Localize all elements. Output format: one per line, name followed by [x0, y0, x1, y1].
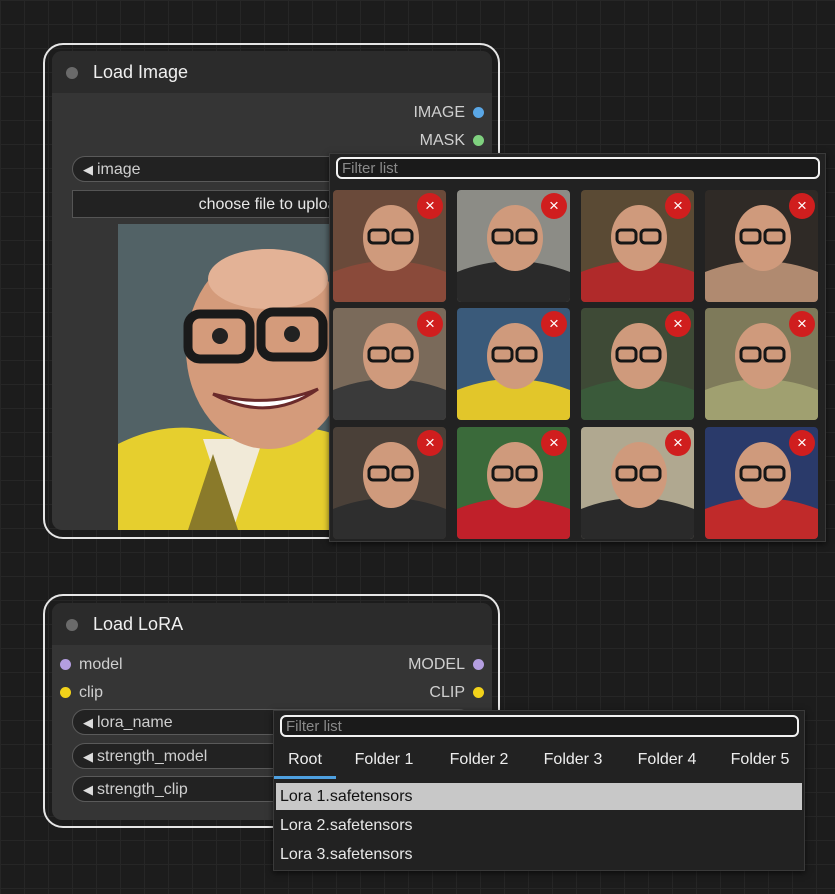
widget-label: strength_model — [97, 748, 208, 765]
lora-filter-input[interactable] — [280, 715, 799, 737]
left-arrow-icon[interactable]: ◀ — [83, 715, 93, 730]
left-arrow-icon[interactable]: ◀ — [83, 749, 93, 764]
output-slot-image[interactable]: IMAGE — [345, 103, 465, 123]
node-title-bar[interactable]: Load LoRA — [52, 603, 492, 645]
lora-dropdown-panel[interactable]: RootFolder 1Folder 2Folder 3Folder 4Fold… — [273, 710, 805, 871]
output-dot-image-icon[interactable] — [473, 107, 484, 118]
node-title-bar[interactable]: Load Image — [52, 51, 492, 93]
tab-root[interactable]: Root — [274, 745, 336, 779]
remove-image-icon[interactable]: × — [541, 430, 567, 456]
node-title: Load LoRA — [93, 614, 184, 634]
image-thumbnail[interactable]: × — [333, 308, 446, 420]
output-dot-mask-icon[interactable] — [473, 135, 484, 146]
image-thumbnail[interactable]: × — [333, 427, 446, 539]
tab-folder-2[interactable]: Folder 2 — [432, 745, 526, 779]
tab-folder-1[interactable]: Folder 1 — [336, 745, 432, 779]
output-label: MODEL — [408, 656, 465, 673]
image-thumbnail[interactable]: × — [581, 308, 694, 420]
remove-image-icon[interactable]: × — [541, 193, 567, 219]
lora-list-item[interactable]: Lora 2.safetensors — [276, 812, 802, 839]
output-slot-model[interactable]: MODEL — [345, 655, 465, 675]
remove-image-icon[interactable]: × — [789, 193, 815, 219]
widget-label: lora_name — [97, 714, 173, 731]
image-thumbnail[interactable]: × — [457, 427, 570, 539]
output-label: CLIP — [429, 684, 465, 701]
node-title: Load Image — [93, 62, 189, 82]
input-dot-model-icon[interactable] — [60, 659, 71, 670]
remove-image-icon[interactable]: × — [789, 311, 815, 337]
image-filter-input[interactable] — [336, 157, 820, 179]
image-dropdown-panel[interactable]: × × × × × × × × × × × × — [329, 153, 826, 542]
widget-label: strength_clip — [97, 781, 188, 798]
output-dot-clip-icon[interactable] — [473, 687, 484, 698]
image-thumbnail[interactable]: × — [705, 190, 818, 302]
image-thumbnail[interactable]: × — [457, 190, 570, 302]
collapse-dot-icon[interactable] — [66, 67, 78, 79]
lora-list-item[interactable]: Lora 1.safetensors — [276, 783, 802, 810]
preview-photo — [118, 224, 348, 530]
remove-image-icon[interactable]: × — [665, 193, 691, 219]
remove-image-icon[interactable]: × — [417, 430, 443, 456]
image-thumbnail[interactable]: × — [457, 308, 570, 420]
tab-folder-5[interactable]: Folder 5 — [714, 745, 806, 779]
widget-label: image — [97, 161, 141, 178]
left-arrow-icon[interactable]: ◀ — [83, 162, 93, 177]
input-label: clip — [79, 684, 104, 701]
input-slot-model[interactable]: model — [79, 655, 123, 675]
output-label: MASK — [419, 132, 465, 149]
output-slot-clip[interactable]: CLIP — [345, 683, 465, 703]
output-label: IMAGE — [413, 104, 465, 121]
remove-image-icon[interactable]: × — [665, 311, 691, 337]
image-thumbnail[interactable]: × — [581, 427, 694, 539]
output-dot-model-icon[interactable] — [473, 659, 484, 670]
image-thumbnail[interactable]: × — [705, 308, 818, 420]
remove-image-icon[interactable]: × — [417, 311, 443, 337]
input-dot-clip-icon[interactable] — [60, 687, 71, 698]
tab-folder-3[interactable]: Folder 3 — [526, 745, 620, 779]
remove-image-icon[interactable]: × — [417, 193, 443, 219]
image-preview — [118, 224, 348, 530]
image-thumbnail[interactable]: × — [333, 190, 446, 302]
remove-image-icon[interactable]: × — [665, 430, 691, 456]
remove-image-icon[interactable]: × — [789, 430, 815, 456]
collapse-dot-icon[interactable] — [66, 619, 78, 631]
output-slot-mask[interactable]: MASK — [345, 131, 465, 151]
lora-list-item[interactable]: Lora 3.safetensors — [276, 841, 802, 868]
image-thumbnail[interactable]: × — [581, 190, 694, 302]
tab-folder-4[interactable]: Folder 4 — [620, 745, 714, 779]
remove-image-icon[interactable]: × — [541, 311, 567, 337]
input-label: model — [79, 656, 123, 673]
left-arrow-icon[interactable]: ◀ — [83, 782, 93, 797]
image-thumbnail[interactable]: × — [705, 427, 818, 539]
input-slot-clip[interactable]: clip — [79, 683, 103, 703]
